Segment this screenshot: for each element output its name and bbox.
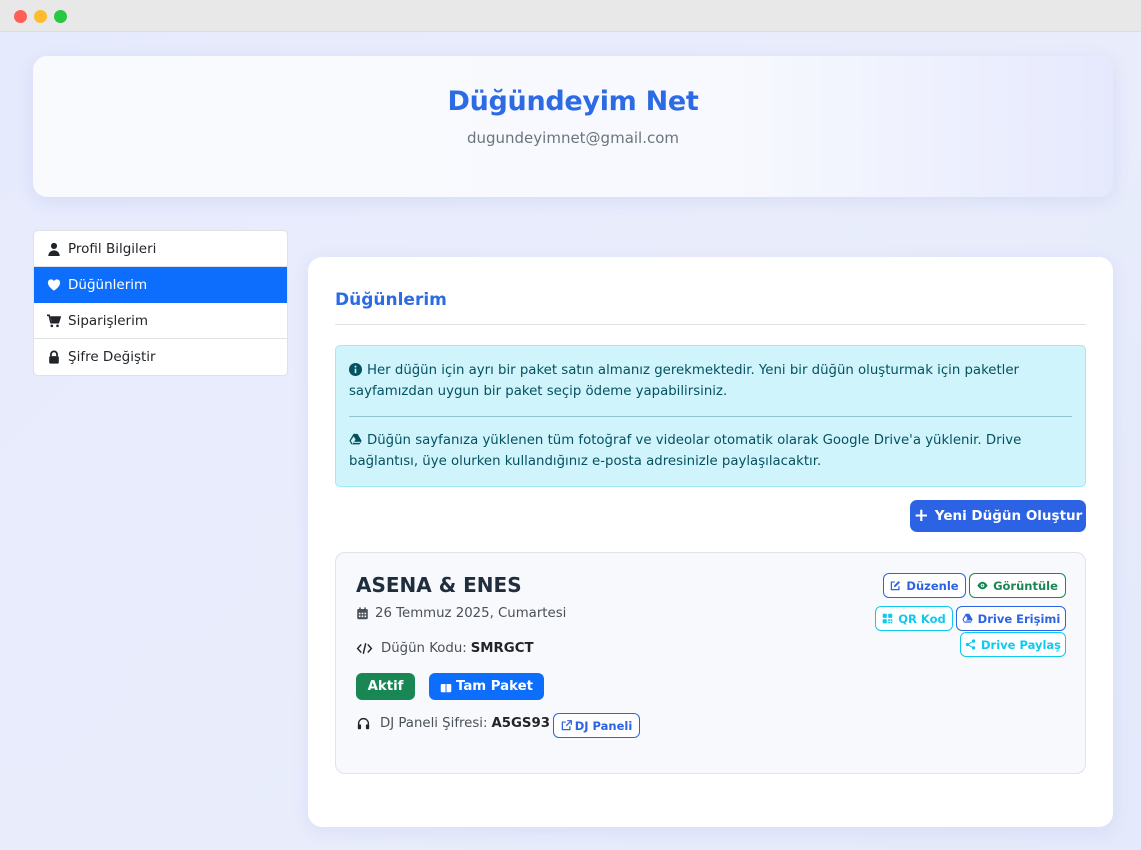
sidebar-item-label: Düğünlerim	[68, 276, 148, 293]
site-title: Düğündeyim Net	[447, 86, 699, 117]
sidebar-item-profile[interactable]: Profil Bilgileri	[34, 231, 287, 267]
wedding-code-row: Düğün Kodu: SMRGCT	[356, 641, 534, 656]
share-icon	[965, 639, 976, 650]
code-icon	[356, 642, 373, 655]
heart-icon	[47, 278, 61, 292]
package-badge: Tam Paket	[429, 673, 544, 700]
dj-password-row: DJ Paneli Şifresi: A5GS93	[356, 716, 550, 731]
dj-panel-label: DJ Paneli	[574, 718, 633, 733]
new-wedding-button[interactable]: + Yeni Düğün Oluştur	[910, 500, 1086, 532]
new-wedding-label: Yeni Düğün Oluştur	[934, 508, 1083, 524]
dj-password-label: DJ Paneli Şifresi:	[380, 716, 488, 731]
drive-share-label: Drive Paylaş	[980, 637, 1062, 652]
user-icon	[47, 242, 61, 256]
qr-code-icon	[882, 613, 893, 624]
package-badge-label: Tam Paket	[455, 679, 534, 694]
sidebar-item-orders[interactable]: Siparişlerim	[34, 303, 287, 339]
section-divider	[335, 324, 1086, 325]
dj-password-value: A5GS93	[491, 716, 550, 731]
close-window-icon[interactable]	[14, 10, 27, 23]
headphones-icon	[356, 717, 371, 730]
site-header: Düğündeyim Net dugundeyimnet@gmail.com	[33, 56, 1113, 197]
gift-icon	[440, 683, 452, 692]
maximize-window-icon[interactable]	[54, 10, 67, 23]
qr-code-label: QR Kod	[898, 611, 946, 626]
wedding-card: ASENA & ENES 26 Temmuz 2025, Cumartesi D…	[335, 552, 1086, 774]
sidebar-item-weddings[interactable]: Düğünlerim	[34, 267, 287, 303]
cart-icon	[47, 314, 61, 328]
edit-label: Düzenle	[906, 578, 959, 593]
google-drive-icon	[349, 432, 362, 445]
drive-access-button[interactable]: Drive Erişimi	[956, 606, 1066, 631]
site-email: dugundeyimnet@gmail.com	[466, 129, 680, 147]
alert-text-1: Her düğün için ayrı bir paket satın alma…	[349, 363, 1020, 399]
wedding-code-label: Düğün Kodu:	[381, 641, 467, 656]
edit-button[interactable]: Düzenle	[883, 573, 966, 598]
external-link-icon	[561, 720, 572, 731]
minimize-window-icon[interactable]	[34, 10, 47, 23]
alert-drive-info: Düğün sayfanıza yüklenen tüm fotoğraf ve…	[349, 430, 1072, 472]
info-circle-icon	[349, 362, 362, 376]
status-badge: Aktif	[356, 673, 415, 700]
google-drive-icon	[962, 613, 973, 623]
qr-code-button[interactable]: QR Kod	[875, 606, 953, 631]
sidebar-menu: Profil Bilgileri Düğünlerim Siparişlerim…	[33, 230, 288, 376]
sidebar-item-label: Profil Bilgileri	[68, 240, 157, 257]
plus-icon: +	[913, 505, 929, 526]
view-label: Görüntüle	[993, 578, 1058, 593]
alert-package-info: Her düğün için ayrı bir paket satın alma…	[349, 360, 1072, 402]
eye-icon	[977, 581, 988, 590]
edit-icon	[891, 581, 901, 591]
wedding-date-row: 26 Temmuz 2025, Cumartesi	[356, 606, 566, 621]
alert-text-2: Düğün sayfanıza yüklenen tüm fotoğraf ve…	[349, 433, 1022, 469]
info-alert: Her düğün için ayrı bir paket satın alma…	[335, 345, 1086, 487]
sidebar-item-label: Siparişlerim	[68, 312, 149, 329]
view-button[interactable]: Görüntüle	[969, 573, 1066, 598]
wedding-name: ASENA & ENES	[356, 573, 522, 597]
main-content-card: Düğünlerim Her düğün için ayrı bir paket…	[308, 257, 1113, 827]
alert-divider	[349, 416, 1072, 417]
wedding-date: 26 Temmuz 2025, Cumartesi	[375, 606, 567, 621]
dj-panel-button[interactable]: DJ Paneli	[553, 713, 640, 738]
drive-share-button[interactable]: Drive Paylaş	[960, 632, 1066, 657]
calendar-icon	[356, 607, 369, 620]
wedding-code-value: SMRGCT	[470, 641, 534, 656]
window-titlebar	[0, 0, 1141, 32]
sidebar-item-label: Şifre Değiştir	[68, 349, 156, 365]
sidebar-item-change-password[interactable]: Şifre Değiştir	[34, 339, 287, 375]
section-title: Düğünlerim	[335, 290, 447, 310]
lock-icon	[47, 350, 61, 364]
drive-access-label: Drive Erişimi	[977, 611, 1061, 626]
